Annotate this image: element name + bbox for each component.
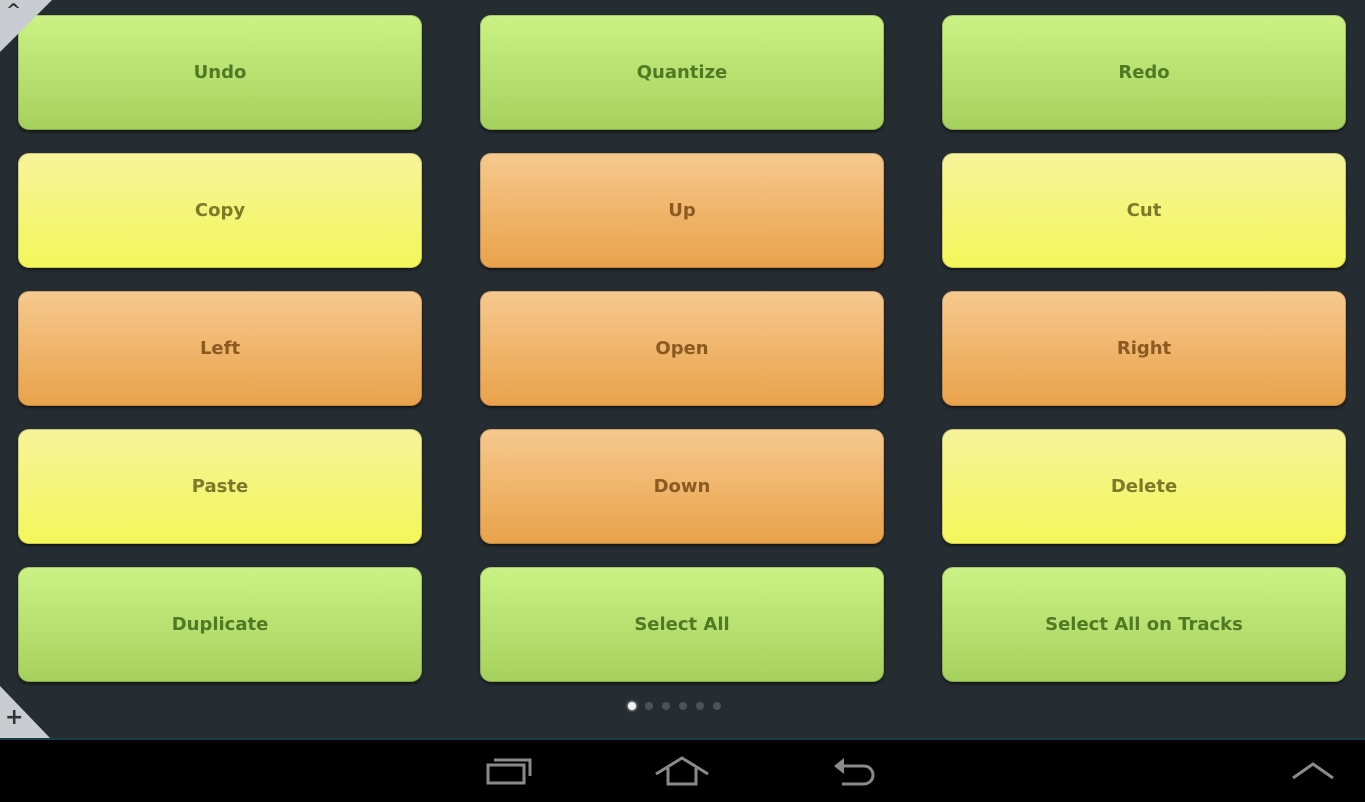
chevron-up-icon	[1292, 762, 1334, 780]
back-button[interactable]	[828, 752, 888, 792]
page-dot[interactable]	[645, 702, 653, 710]
pad-button[interactable]: Left	[18, 291, 422, 406]
home-button[interactable]	[652, 752, 712, 792]
recent-apps-button[interactable]	[482, 752, 542, 792]
system-navigation-bar	[0, 738, 1365, 802]
page-dot[interactable]	[662, 702, 670, 710]
pad-button[interactable]: Paste	[18, 429, 422, 544]
page-dot[interactable]	[628, 702, 636, 710]
home-icon	[655, 756, 709, 786]
pad-button[interactable]: Undo	[18, 15, 422, 130]
pad-button[interactable]: Right	[942, 291, 1346, 406]
pad-grid: Undo Quantize Redo Copy Up Cut Left Open…	[18, 15, 1346, 682]
menu-up-button[interactable]	[1283, 752, 1343, 792]
pad-button[interactable]: Redo	[942, 15, 1346, 130]
pad-button[interactable]: Select All	[480, 567, 884, 682]
app-screen: Undo Quantize Redo Copy Up Cut Left Open…	[0, 0, 1365, 738]
pad-button[interactable]: Delete	[942, 429, 1346, 544]
page-dot[interactable]	[713, 702, 721, 710]
pad-button[interactable]: Down	[480, 429, 884, 544]
pad-button[interactable]: Open	[480, 291, 884, 406]
pad-button[interactable]: Quantize	[480, 15, 884, 130]
plus-icon[interactable]: +	[5, 706, 23, 730]
page-indicator	[628, 702, 721, 710]
back-icon	[834, 758, 875, 786]
page-dot[interactable]	[696, 702, 704, 710]
recent-apps-icon	[486, 758, 532, 785]
pad-button[interactable]: Select All on Tracks	[942, 567, 1346, 682]
pad-button[interactable]: Cut	[942, 153, 1346, 268]
page-dot[interactable]	[679, 702, 687, 710]
pad-button[interactable]: Up	[480, 153, 884, 268]
pad-button[interactable]: Copy	[18, 153, 422, 268]
chevron-up-icon[interactable]: ^	[6, 0, 21, 21]
pad-button[interactable]: Duplicate	[18, 567, 422, 682]
